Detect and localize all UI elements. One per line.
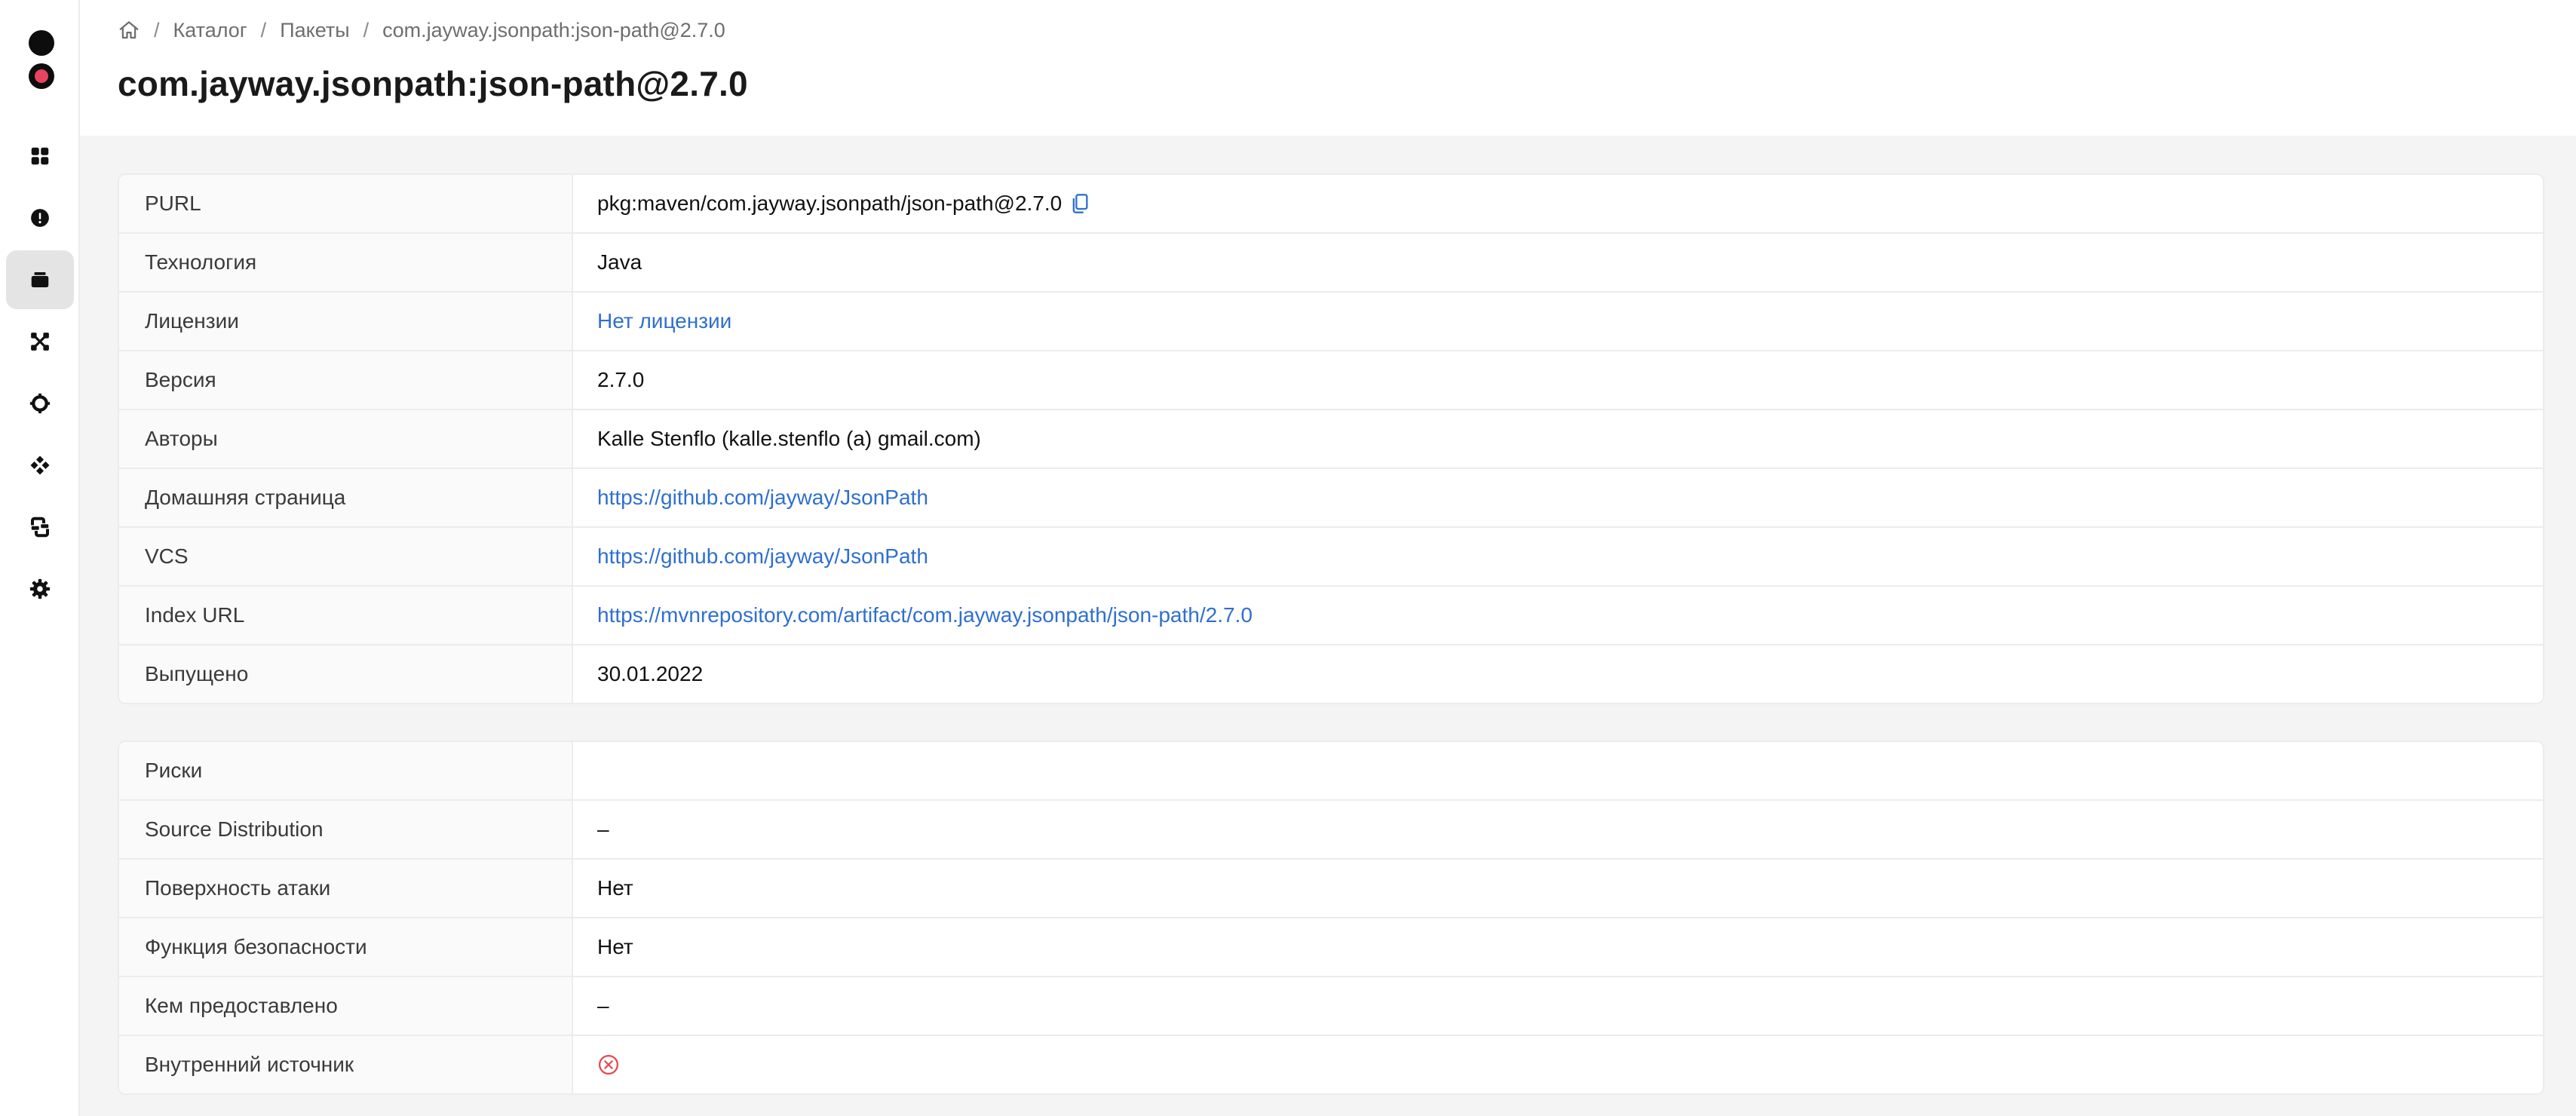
table-row-attack-surface: Поверхность атаки Нет bbox=[119, 860, 2543, 918]
table-row-provided-by: Кем предоставлено – bbox=[119, 977, 2543, 1036]
license-link[interactable]: Нет лицензии bbox=[597, 309, 731, 333]
row-value: Нет bbox=[597, 876, 633, 900]
breadcrumb-current: com.jayway.jsonpath:json-path@2.7.0 bbox=[382, 18, 725, 41]
component-icon bbox=[29, 393, 51, 414]
sidebar-item-plugins[interactable] bbox=[6, 436, 74, 495]
row-value: Kalle Stenflo (kalle.stenflo (a) gmail.c… bbox=[597, 427, 981, 450]
package-details-table: PURL pkg:maven/com.jayway.jsonpath/json-… bbox=[118, 173, 2544, 704]
index-url-link[interactable]: https://mvnrepository.com/artifact/com.j… bbox=[597, 603, 1253, 627]
breadcrumb: / Каталог / Пакеты / com.jayway.jsonpath… bbox=[118, 17, 725, 44]
settings-icon bbox=[29, 578, 51, 599]
graph-icon bbox=[31, 333, 49, 351]
sidebar-item-graph[interactable] bbox=[6, 312, 74, 371]
logo-dot-top bbox=[29, 30, 54, 56]
row-label: Лицензии bbox=[119, 293, 573, 350]
row-label: Риски bbox=[119, 742, 573, 799]
row-label: Функция безопасности bbox=[119, 918, 573, 976]
row-value: – bbox=[597, 994, 609, 1017]
row-label: Версия bbox=[119, 351, 573, 409]
row-value: https://mvnrepository.com/artifact/com.j… bbox=[573, 587, 2543, 644]
copy-icon[interactable] bbox=[1071, 193, 1089, 214]
table-row-licenses: Лицензии Нет лицензии bbox=[119, 293, 2543, 351]
table-row-released: Выпущено 30.01.2022 bbox=[119, 645, 2543, 703]
logo[interactable] bbox=[0, 27, 80, 95]
sidebar bbox=[0, 0, 80, 1116]
row-label: Авторы bbox=[119, 410, 573, 468]
row-label: Внутренний источник bbox=[119, 1036, 573, 1093]
breadcrumb-separator: / bbox=[363, 18, 370, 41]
dashboard-icon bbox=[31, 147, 49, 165]
row-label: Технология bbox=[119, 234, 573, 291]
row-value: Нет bbox=[597, 935, 633, 958]
row-label: PURL bbox=[119, 175, 573, 232]
sidebar-item-alerts[interactable] bbox=[6, 189, 74, 247]
table-row-version: Версия 2.7.0 bbox=[119, 351, 2543, 410]
integration-icon bbox=[31, 517, 49, 538]
table-row-purl: PURL pkg:maven/com.jayway.jsonpath/json-… bbox=[119, 175, 2543, 234]
error-circle-icon bbox=[599, 1055, 618, 1075]
homepage-link[interactable]: https://github.com/jayway/JsonPath bbox=[597, 486, 928, 510]
table-row-technology: Технология Java bbox=[119, 234, 2543, 293]
row-value: Нет лицензии bbox=[573, 293, 2543, 350]
breadcrumb-separator: / bbox=[260, 18, 267, 41]
app: / Каталог / Пакеты / com.jayway.jsonpath… bbox=[0, 0, 2576, 1116]
table-row-vcs: VCS https://github.com/jayway/JsonPath bbox=[119, 528, 2543, 587]
table-row-internal-source: Внутренний источник bbox=[119, 1036, 2543, 1093]
row-value bbox=[573, 742, 2543, 799]
row-label: Домашняя страница bbox=[119, 469, 573, 526]
sidebar-item-dashboard[interactable] bbox=[6, 127, 74, 185]
sidebar-item-integrations[interactable] bbox=[6, 498, 74, 556]
sidebar-item-components[interactable] bbox=[6, 374, 74, 433]
puzzle-icon bbox=[30, 455, 50, 475]
packages-icon bbox=[31, 272, 49, 287]
page-title: com.jayway.jsonpath:json-path@2.7.0 bbox=[118, 64, 748, 103]
breadcrumb-separator: / bbox=[154, 18, 160, 41]
row-label: Кем предоставлено bbox=[119, 977, 573, 1035]
row-value: https://github.com/jayway/JsonPath bbox=[573, 469, 2543, 526]
row-label: Поверхность атаки bbox=[119, 860, 573, 917]
logo-dot-bottom bbox=[29, 63, 54, 89]
vcs-link[interactable]: https://github.com/jayway/JsonPath bbox=[597, 544, 928, 569]
breadcrumb-packages[interactable]: Пакеты bbox=[280, 19, 349, 42]
row-value bbox=[573, 1036, 2543, 1093]
row-value: 30.01.2022 bbox=[597, 662, 704, 685]
row-value: – bbox=[597, 817, 609, 841]
home-icon[interactable] bbox=[118, 19, 140, 41]
row-value: https://github.com/jayway/JsonPath bbox=[573, 528, 2543, 585]
row-label: Выпущено bbox=[119, 645, 573, 703]
package-risks-table: Риски Source Distribution – Поверхность … bbox=[118, 740, 2544, 1095]
sidebar-item-packages[interactable] bbox=[6, 250, 74, 309]
table-row-index-url: Index URL https://mvnrepository.com/arti… bbox=[119, 587, 2543, 645]
table-row-source-distribution: Source Distribution – bbox=[119, 801, 2543, 860]
row-label: VCS bbox=[119, 528, 573, 585]
table-row-homepage: Домашняя страница https://github.com/jay… bbox=[119, 469, 2543, 528]
table-row-authors: Авторы Kalle Stenflo (kalle.stenflo (a) … bbox=[119, 410, 2543, 469]
row-value: 2.7.0 bbox=[597, 368, 645, 391]
sidebar-item-settings[interactable] bbox=[6, 560, 74, 618]
breadcrumb-catalog[interactable]: Каталог bbox=[173, 19, 247, 42]
row-label: Source Distribution bbox=[119, 801, 573, 858]
purl-value: pkg:maven/com.jayway.jsonpath/json-path@… bbox=[597, 192, 1063, 215]
alert-icon bbox=[31, 209, 49, 227]
table-row-security-function: Функция безопасности Нет bbox=[119, 918, 2543, 977]
row-value: pkg:maven/com.jayway.jsonpath/json-path@… bbox=[573, 175, 2543, 232]
page-header: / Каталог / Пакеты / com.jayway.jsonpath… bbox=[80, 0, 2576, 136]
row-label: Index URL bbox=[119, 587, 573, 644]
row-value: Java bbox=[597, 250, 642, 274]
table-row-risks: Риски bbox=[119, 742, 2543, 801]
